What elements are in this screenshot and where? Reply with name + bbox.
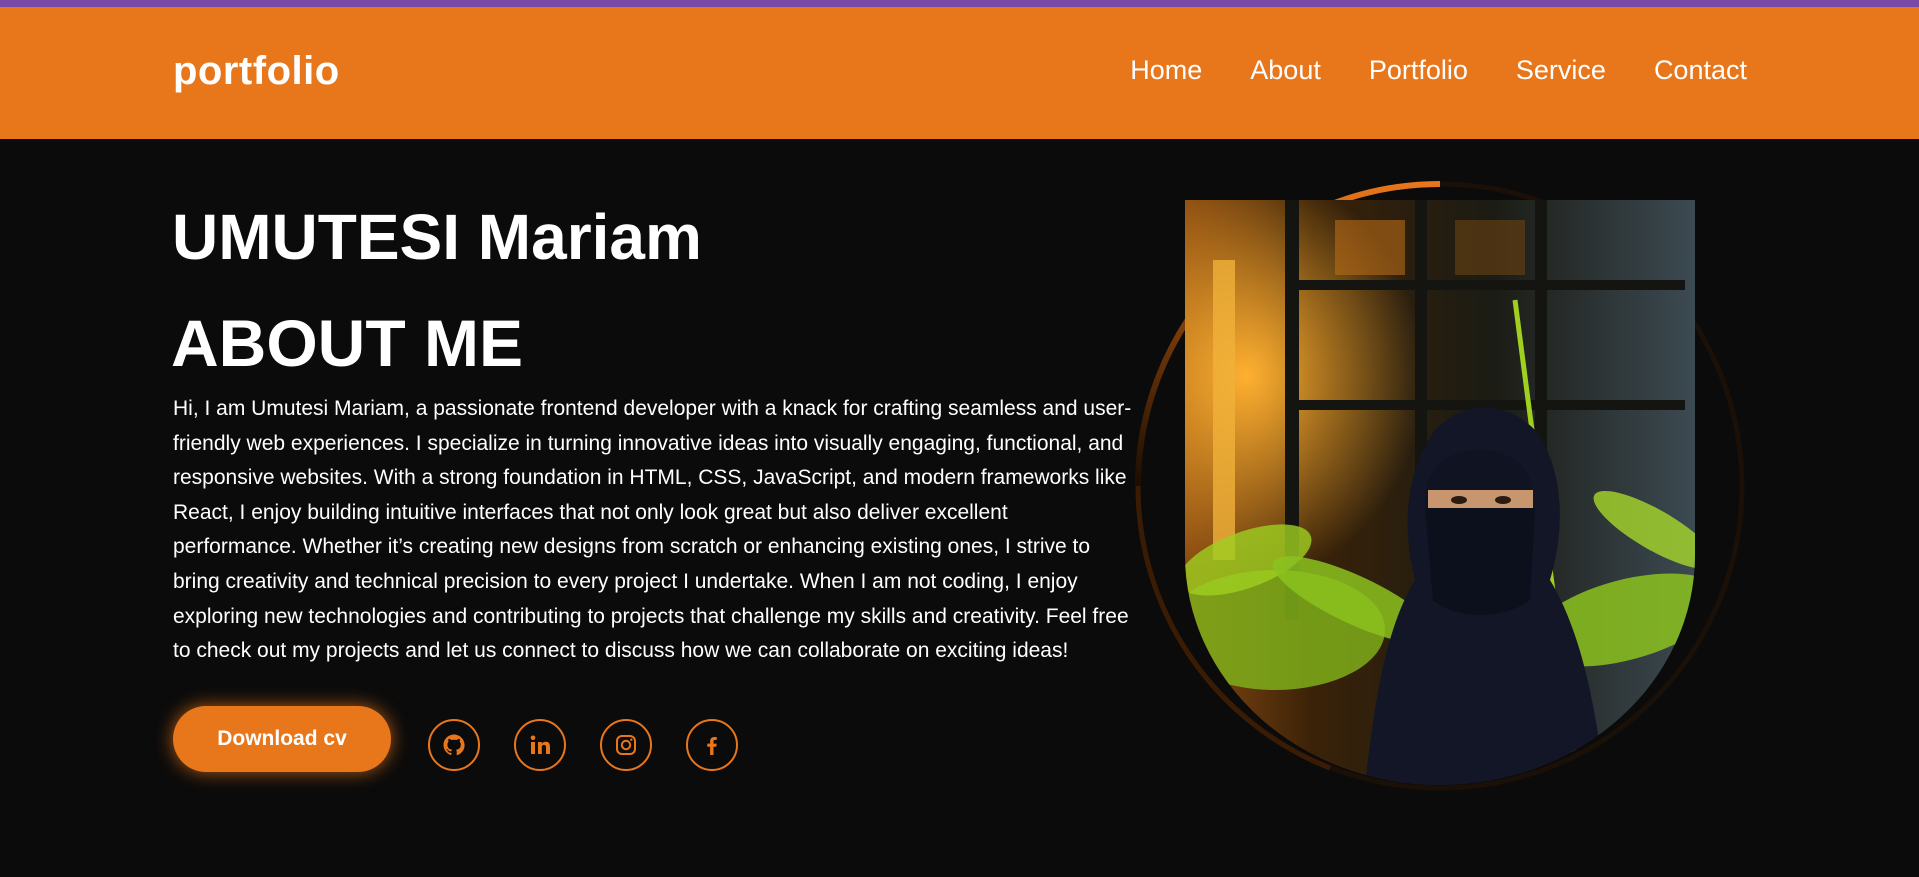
nav-service[interactable]: Service	[1516, 55, 1606, 86]
about-bio: Hi, I am Umutesi Mariam, a passionate fr…	[173, 397, 1132, 663]
download-cv-button[interactable]: Download cv	[173, 706, 391, 772]
main-nav: Home About Portfolio Service Contact	[1130, 55, 1747, 86]
nav-portfolio[interactable]: Portfolio	[1369, 55, 1468, 86]
nav-home[interactable]: Home	[1130, 55, 1202, 86]
instagram-icon	[616, 735, 636, 755]
instagram-link[interactable]	[600, 719, 652, 771]
facebook-link[interactable]	[686, 719, 738, 771]
facebook-icon	[707, 737, 717, 755]
about-heading: ABOUT ME	[171, 306, 523, 380]
site-header: portfolio Home About Portfolio Service C…	[0, 7, 1919, 139]
linkedin-icon	[530, 735, 550, 754]
github-icon	[443, 734, 465, 756]
github-link[interactable]	[428, 719, 480, 771]
top-accent-stripe	[0, 0, 1919, 7]
profile-photo	[1185, 200, 1695, 785]
person-name: UMUTESI Mariam	[172, 201, 702, 273]
nav-contact[interactable]: Contact	[1654, 55, 1747, 86]
nav-about[interactable]: About	[1250, 55, 1321, 86]
profile-portrait	[1130, 178, 1750, 798]
site-logo[interactable]: portfolio	[173, 49, 340, 94]
linkedin-link[interactable]	[514, 719, 566, 771]
